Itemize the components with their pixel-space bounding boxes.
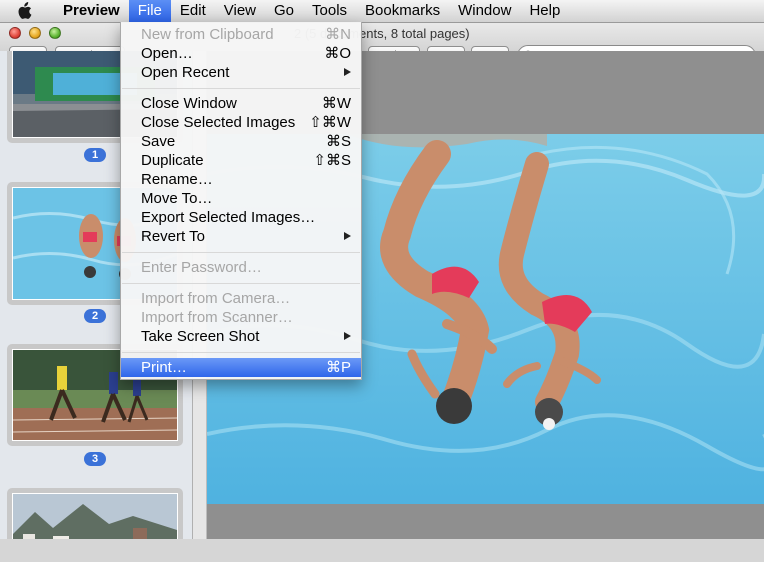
menu-item-move-to[interactable]: Move To…	[121, 189, 361, 208]
page-badge-3: 3	[84, 452, 106, 466]
menu-window[interactable]: Window	[449, 0, 520, 22]
menu-item-shortcut: ⌘W	[321, 95, 351, 112]
menu-item-label: Rename…	[141, 171, 213, 188]
menu-item-label: Take Screen Shot	[141, 328, 260, 345]
submenu-arrow-icon	[344, 332, 351, 340]
menu-item-label: Open Recent	[141, 64, 230, 81]
menu-item-close-selected-images[interactable]: Close Selected Images ⇧⌘W	[121, 113, 361, 132]
menu-item-enter-password[interactable]: Enter Password…	[121, 258, 361, 277]
menu-item-label: Import from Scanner…	[141, 309, 293, 326]
menu-item-label: Close Window	[141, 95, 237, 112]
menu-tools[interactable]: Tools	[303, 0, 356, 22]
menu-item-label: Revert To	[141, 228, 205, 245]
submenu-arrow-icon	[344, 68, 351, 76]
menu-item-open-recent[interactable]: Open Recent	[121, 63, 361, 82]
menu-item-export-selected-images[interactable]: Export Selected Images…	[121, 208, 361, 227]
menu-item-close-window[interactable]: Close Window ⌘W	[121, 94, 361, 113]
menu-item-label: Enter Password…	[141, 259, 262, 276]
menu-separator	[122, 283, 360, 284]
menu-separator	[122, 88, 360, 89]
menu-item-save[interactable]: Save ⌘S	[121, 132, 361, 151]
menu-item-shortcut: ⌘O	[324, 45, 351, 62]
thumbnail-image-city	[12, 493, 178, 539]
menu-separator	[122, 352, 360, 353]
menu-item-print[interactable]: Print… ⌘P	[121, 358, 361, 377]
menu-bar: Preview File Edit View Go Tools Bookmark…	[0, 0, 764, 23]
menu-item-label: New from Clipboard	[141, 26, 274, 43]
menu-file[interactable]: File	[128, 0, 171, 22]
menu-item-label: Export Selected Images…	[141, 209, 316, 226]
menu-item-duplicate[interactable]: Duplicate ⇧⌘S	[121, 151, 361, 170]
menu-go[interactable]: Go	[265, 0, 303, 22]
menu-item-label: Print…	[141, 359, 187, 376]
minimize-window-button[interactable]	[29, 27, 41, 39]
menu-item-shortcut: ⌘P	[325, 359, 351, 376]
menu-item-shortcut: ⌘S	[325, 133, 351, 150]
submenu-arrow-icon	[344, 232, 351, 240]
menu-item-new-from-clipboard[interactable]: New from Clipboard ⌘N	[121, 25, 361, 44]
page-badge-2: 2	[84, 309, 106, 323]
menu-item-label: Move To…	[141, 190, 213, 207]
menu-item-label: Close Selected Images	[141, 114, 296, 131]
menu-edit[interactable]: Edit	[171, 0, 215, 22]
menu-item-shortcut: ⇧⌘S	[313, 152, 351, 169]
menu-item-rename[interactable]: Rename…	[121, 170, 361, 189]
menu-item-label: Save	[141, 133, 176, 150]
menu-item-label: Import from Camera…	[141, 290, 291, 307]
page-thumbnail-4[interactable]	[7, 488, 183, 539]
menu-item-import-from-camera[interactable]: Import from Camera…	[121, 289, 361, 308]
menu-item-shortcut: ⇧⌘W	[309, 114, 351, 131]
close-window-button[interactable]	[9, 27, 21, 39]
menu-view[interactable]: View	[215, 0, 265, 22]
menu-help[interactable]: Help	[520, 0, 569, 22]
menu-bookmarks[interactable]: Bookmarks	[356, 0, 449, 22]
menu-item-label: Duplicate	[141, 152, 204, 169]
menu-item-revert-to[interactable]: Revert To	[121, 227, 361, 246]
file-menu-dropdown: New from Clipboard ⌘N Open… ⌘O Open Rece…	[120, 22, 362, 380]
zoom-window-button[interactable]	[49, 27, 61, 39]
menu-preview[interactable]: Preview	[54, 0, 129, 22]
menu-separator	[122, 252, 360, 253]
menu-item-label: Open…	[141, 45, 193, 62]
menu-item-shortcut: ⌘N	[325, 26, 351, 43]
menu-item-take-screen-shot[interactable]: Take Screen Shot	[121, 327, 361, 346]
apple-menu-icon[interactable]	[14, 0, 34, 22]
page-badge-1: 1	[84, 148, 106, 162]
menu-item-import-from-scanner[interactable]: Import from Scanner…	[121, 308, 361, 327]
menu-item-open[interactable]: Open… ⌘O	[121, 44, 361, 63]
